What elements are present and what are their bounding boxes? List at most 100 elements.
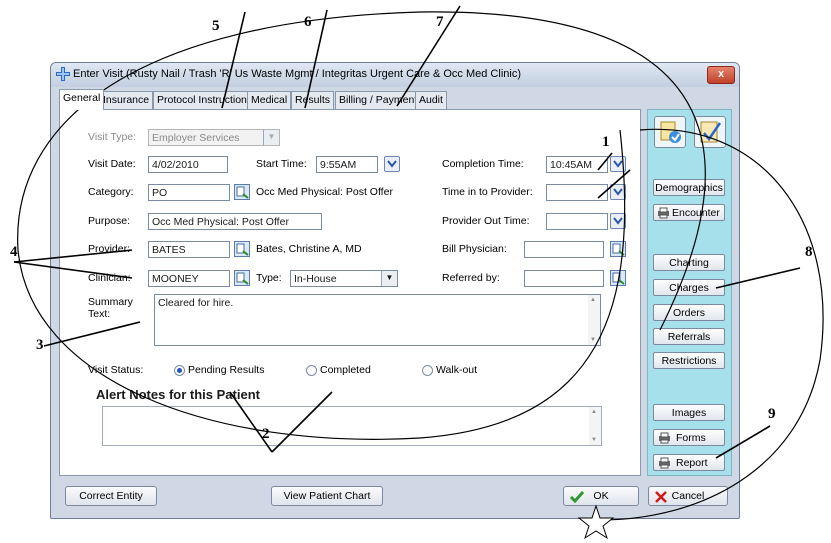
encounter-button[interactable]: Encounter	[653, 204, 725, 221]
type-value: In-House	[294, 273, 337, 285]
forms-button[interactable]: Forms	[653, 429, 725, 446]
cancel-x-icon	[655, 491, 667, 503]
lookup-icon[interactable]	[610, 241, 626, 257]
clock-icon	[613, 160, 623, 168]
pending-results-label: Pending Results	[188, 364, 265, 376]
general-tab-panel: Visit Type: Employer Services ▼ Visit Da…	[59, 109, 641, 476]
type-label: Type:	[256, 272, 282, 284]
purpose-field[interactable]: Occ Med Physical: Post Offer	[148, 213, 322, 230]
walk-out-radio[interactable]	[422, 365, 433, 376]
summary-textarea[interactable]: Cleared for hire. ▲ ▼	[154, 294, 601, 346]
annotation-number-2: 2	[262, 426, 270, 442]
summary-scrollbar[interactable]: ▲ ▼	[588, 295, 600, 345]
summary-label-line2: Text:	[88, 308, 111, 320]
forms-button-label: Forms	[676, 432, 706, 444]
alert-notes-header: Alert Notes for this Patient	[96, 387, 260, 402]
walk-out-label: Walk-out	[436, 364, 478, 376]
edit-patient-icon[interactable]	[654, 116, 686, 148]
visit-date-field[interactable]: 4/02/2010	[148, 156, 228, 173]
tab-general[interactable]: General	[59, 89, 105, 110]
annotation-number-8: 8	[805, 244, 813, 260]
demographics-button[interactable]: Demographics	[653, 179, 725, 196]
provider-out-time-field[interactable]	[546, 213, 608, 230]
sign-visit-icon[interactable]	[694, 116, 726, 148]
app-icon	[56, 67, 70, 81]
lookup-icon[interactable]	[610, 270, 626, 286]
alert-notes-scrollbar[interactable]: ▲ ▼	[589, 407, 601, 445]
close-button[interactable]: x	[707, 66, 735, 84]
chevron-down-icon[interactable]: ▼	[381, 271, 397, 286]
restrictions-button[interactable]: Restrictions	[653, 352, 725, 369]
summary-text: Cleared for hire.	[158, 297, 234, 309]
tab-billing-payment[interactable]: Billing / Payment	[335, 91, 422, 109]
provider-label: Provider:	[88, 243, 131, 255]
start-time-spin-button[interactable]	[384, 156, 400, 172]
report-button[interactable]: Report	[653, 454, 725, 471]
visit-date-label: Visit Date:	[88, 158, 136, 170]
title-bar[interactable]: Enter Visit (Rusty Nail / Trash 'R' Us W…	[51, 63, 739, 87]
annotation-number-6: 6	[304, 14, 312, 30]
patient-card-icon	[660, 121, 681, 143]
type-select[interactable]: In-House ▼	[290, 270, 398, 287]
start-time-field[interactable]: 9:55AM	[316, 156, 378, 173]
checkmark-icon	[570, 491, 584, 503]
clinician-label: Clinician:	[88, 272, 131, 284]
correct-entity-button[interactable]: Correct Entity	[65, 486, 157, 506]
visit-status-label: Visit Status:	[88, 364, 144, 376]
clock-icon	[613, 188, 623, 196]
time-in-provider-field[interactable]	[546, 184, 608, 201]
referrals-button[interactable]: Referrals	[653, 328, 725, 345]
provider-field[interactable]: BATES	[148, 241, 230, 258]
pending-results-radio[interactable]	[174, 365, 185, 376]
visit-type-label: Visit Type:	[88, 131, 137, 143]
printer-icon	[659, 457, 670, 469]
alert-notes-box[interactable]: ▲ ▼	[102, 406, 602, 446]
completion-time-label: Completion Time:	[442, 158, 524, 170]
completed-label: Completed	[320, 364, 371, 376]
window-title: Enter Visit (Rusty Nail / Trash 'R' Us W…	[73, 68, 521, 80]
ok-button[interactable]: OK	[563, 486, 639, 506]
clock-icon	[613, 217, 623, 225]
lookup-icon[interactable]	[234, 241, 250, 257]
tab-results[interactable]: Results	[291, 91, 335, 109]
time-in-provider-spin-button[interactable]	[610, 184, 626, 200]
annotation-number-5: 5	[212, 18, 220, 34]
printer-icon	[659, 432, 670, 444]
provider-description: Bates, Christine A, MD	[256, 243, 362, 255]
bill-physician-label: Bill Physician:	[442, 243, 507, 255]
lookup-icon[interactable]	[234, 184, 250, 200]
charting-button[interactable]: Charting	[653, 254, 725, 271]
referred-by-field[interactable]	[524, 270, 604, 287]
time-in-provider-label: Time in to Provider:	[442, 186, 533, 198]
cancel-button[interactable]: Cancel	[648, 486, 728, 506]
category-field[interactable]: PO	[148, 184, 230, 201]
completed-radio[interactable]	[306, 365, 317, 376]
tab-insurance[interactable]: Insurance	[99, 91, 154, 109]
encounter-button-label: Encounter	[672, 207, 720, 219]
lookup-icon[interactable]	[234, 270, 250, 286]
bill-physician-field[interactable]	[524, 241, 604, 258]
clock-icon	[387, 160, 397, 168]
images-button[interactable]: Images	[653, 404, 725, 421]
category-label: Category:	[88, 186, 134, 198]
provider-out-time-spin-button[interactable]	[610, 213, 626, 229]
view-patient-chart-button[interactable]: View Patient Chart	[271, 486, 383, 506]
charges-button[interactable]: Charges	[653, 279, 725, 296]
completion-time-spin-button[interactable]	[610, 156, 626, 172]
tab-protocol-instructions[interactable]: Protocol Instructions	[153, 91, 257, 109]
start-time-label: Start Time:	[256, 158, 307, 170]
printer-icon	[658, 207, 669, 219]
clinician-field[interactable]: MOONEY	[148, 270, 230, 287]
tab-audit[interactable]: Audit	[415, 91, 447, 109]
visit-type-value: Employer Services	[152, 132, 240, 144]
annotation-number-1: 1	[602, 134, 610, 150]
annotation-number-7: 7	[436, 14, 444, 30]
visit-type-select: Employer Services ▼	[148, 129, 280, 146]
orders-button[interactable]: Orders	[653, 304, 725, 321]
annotation-number-9: 9	[768, 406, 776, 422]
ok-button-label: OK	[593, 490, 609, 502]
completion-time-field[interactable]: 10:45AM	[546, 156, 608, 173]
chevron-down-icon: ▼	[263, 130, 279, 145]
tab-medical[interactable]: Medical	[247, 91, 292, 109]
category-description: Occ Med Physical: Post Offer	[256, 186, 393, 198]
